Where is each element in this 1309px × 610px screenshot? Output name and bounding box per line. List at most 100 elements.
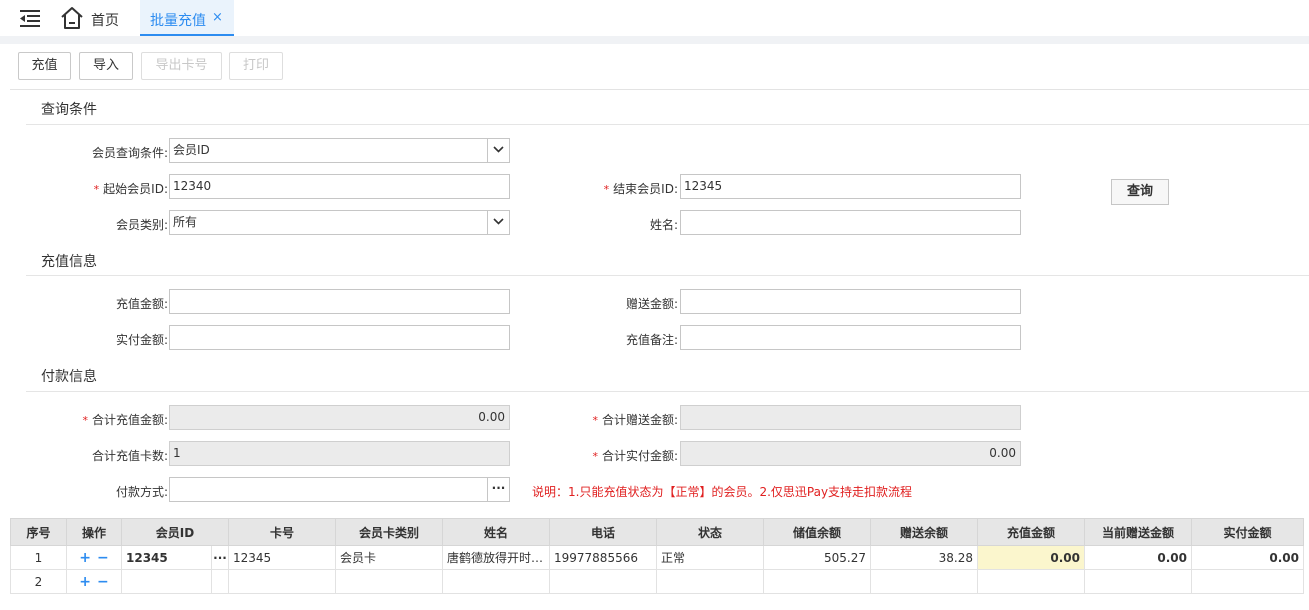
- remove-row-icon[interactable]: −: [97, 550, 109, 566]
- recharge-remark-label: 充值备注:: [625, 333, 678, 347]
- table-row[interactable]: 2 + −: [10, 569, 1304, 594]
- end-member-id-input[interactable]: 12345: [680, 174, 1021, 199]
- name-label: 姓名:: [649, 218, 678, 232]
- import-button[interactable]: 导入: [79, 52, 133, 80]
- row-actions: + −: [66, 569, 122, 594]
- tab-label: 批量充值: [150, 13, 206, 29]
- gift-balance-cell: 38.28: [870, 545, 978, 570]
- grid-header-row: 序号 操作 会员ID 卡号 会员卡类别 姓名 电话 状态 储值余额 赠送余额 充…: [10, 518, 1304, 546]
- balance-cell: [763, 569, 871, 594]
- current-gift-cell[interactable]: [1084, 569, 1192, 594]
- grid-header[interactable]: 电话: [549, 518, 657, 546]
- grid-header[interactable]: 操作: [66, 518, 122, 546]
- member-category-value: 所有: [173, 215, 198, 229]
- grid-header[interactable]: 赠送余额: [870, 518, 978, 546]
- add-row-icon[interactable]: +: [79, 550, 91, 566]
- recharge-note: 说明：1.只能充值状态为【正常】的会员。2.仅思迅Pay支持走扣款流程: [532, 485, 913, 499]
- member-condition-label: 会员查询条件:: [91, 146, 168, 160]
- member-category-select[interactable]: 所有: [169, 210, 510, 235]
- grid-header[interactable]: 状态: [656, 518, 764, 546]
- total-gift-label: * 合计赠送金额:: [592, 413, 678, 427]
- member-id-cell[interactable]: [121, 569, 212, 594]
- row-actions: + −: [66, 545, 122, 570]
- name-cell: 唐鹤德放得开时…: [442, 545, 550, 570]
- divider: [0, 36, 1309, 44]
- member-id-cell[interactable]: 12345: [121, 545, 212, 570]
- export-card-button[interactable]: 导出卡号: [141, 52, 222, 80]
- recharge-amount-cell[interactable]: [977, 569, 1085, 594]
- chevron-down-icon[interactable]: [487, 211, 509, 234]
- menu-collapse-icon[interactable]: [20, 10, 40, 27]
- member-id-picker-cell[interactable]: [211, 569, 229, 594]
- status-cell: 正常: [656, 545, 764, 570]
- grid-header[interactable]: 充值金额: [977, 518, 1085, 546]
- paid-amount-cell[interactable]: 0.00: [1191, 545, 1304, 570]
- divider: [26, 124, 1309, 125]
- section-title-payment: 付款信息: [41, 369, 97, 385]
- recharge-remark-input[interactable]: [680, 325, 1021, 350]
- print-button[interactable]: 打印: [229, 52, 283, 80]
- recharge-amount-input[interactable]: [169, 289, 510, 314]
- chevron-down-icon[interactable]: [487, 139, 509, 162]
- total-cards-label: 合计充值卡数:: [91, 449, 168, 463]
- query-button[interactable]: 查询: [1111, 179, 1169, 205]
- top-tab-bar: 首页 批量充值 ×: [0, 0, 1309, 36]
- member-condition-select[interactable]: 会员ID: [169, 138, 510, 163]
- divider: [26, 391, 1309, 392]
- grid-header[interactable]: 卡号: [228, 518, 336, 546]
- payment-method-label: 付款方式:: [115, 485, 168, 499]
- status-cell: [656, 569, 764, 594]
- grid-header[interactable]: 当前赠送金额: [1084, 518, 1192, 546]
- total-recharge-label: * 合计充值金额:: [82, 413, 168, 427]
- total-recharge-field: 0.00: [169, 405, 510, 430]
- divider: [26, 275, 1309, 276]
- name-cell: [442, 569, 550, 594]
- home-icon[interactable]: [60, 6, 84, 30]
- member-condition-value: 会员ID: [173, 143, 210, 157]
- close-icon[interactable]: ×: [212, 10, 223, 25]
- required-mark: *: [82, 414, 88, 427]
- card-type-cell: 会员卡: [335, 545, 443, 570]
- gift-balance-cell: [870, 569, 978, 594]
- more-icon[interactable]: ···: [211, 545, 229, 570]
- remove-row-icon[interactable]: −: [97, 574, 109, 590]
- add-row-icon[interactable]: +: [79, 574, 91, 590]
- row-number: 1: [10, 545, 67, 570]
- home-tab-label[interactable]: 首页: [91, 10, 119, 30]
- more-icon[interactable]: ···: [487, 478, 509, 501]
- phone-cell: [549, 569, 657, 594]
- total-paid-field: 0.00: [680, 441, 1021, 466]
- row-number: 2: [10, 569, 67, 594]
- grid-header[interactable]: 实付金额: [1191, 518, 1304, 546]
- recharge-amount-cell[interactable]: 0.00: [977, 545, 1085, 570]
- total-cards-field: 1: [169, 441, 510, 466]
- section-title-query: 查询条件: [41, 102, 97, 118]
- tab-batch-recharge[interactable]: 批量充值 ×: [140, 0, 234, 36]
- paid-amount-input[interactable]: [169, 325, 510, 350]
- toolbar: 充值 导入 导出卡号 打印: [10, 44, 1309, 90]
- end-member-id-label: * 结束会员ID:: [603, 182, 678, 196]
- paid-amount-cell[interactable]: [1191, 569, 1304, 594]
- gift-amount-input[interactable]: [680, 289, 1021, 314]
- table-row[interactable]: 1 + − 12345 ··· 12345 会员卡 唐鹤德放得开时… 199778…: [10, 545, 1304, 570]
- balance-cell: 505.27: [763, 545, 871, 570]
- grid-header[interactable]: 储值余额: [763, 518, 871, 546]
- card-no-cell: 12345: [228, 545, 336, 570]
- required-mark: *: [93, 183, 100, 196]
- name-input[interactable]: [680, 210, 1021, 235]
- start-member-id-input[interactable]: 12340: [169, 174, 510, 199]
- required-mark: *: [592, 450, 598, 463]
- grid-header[interactable]: 会员ID: [121, 518, 229, 546]
- member-grid: 序号 操作 会员ID 卡号 会员卡类别 姓名 电话 状态 储值余额 赠送余额 充…: [10, 518, 1304, 594]
- payment-method-input[interactable]: ···: [169, 477, 510, 502]
- grid-header[interactable]: 序号: [10, 518, 67, 546]
- member-category-label: 会员类别:: [115, 218, 168, 232]
- required-mark: *: [592, 414, 598, 427]
- current-gift-cell[interactable]: 0.00: [1084, 545, 1192, 570]
- total-paid-label: * 合计实付金额:: [592, 449, 678, 463]
- recharge-button[interactable]: 充值: [18, 52, 71, 80]
- required-mark: *: [603, 183, 610, 196]
- grid-header[interactable]: 姓名: [442, 518, 550, 546]
- start-member-id-label: * 起始会员ID:: [93, 182, 168, 196]
- grid-header[interactable]: 会员卡类别: [335, 518, 443, 546]
